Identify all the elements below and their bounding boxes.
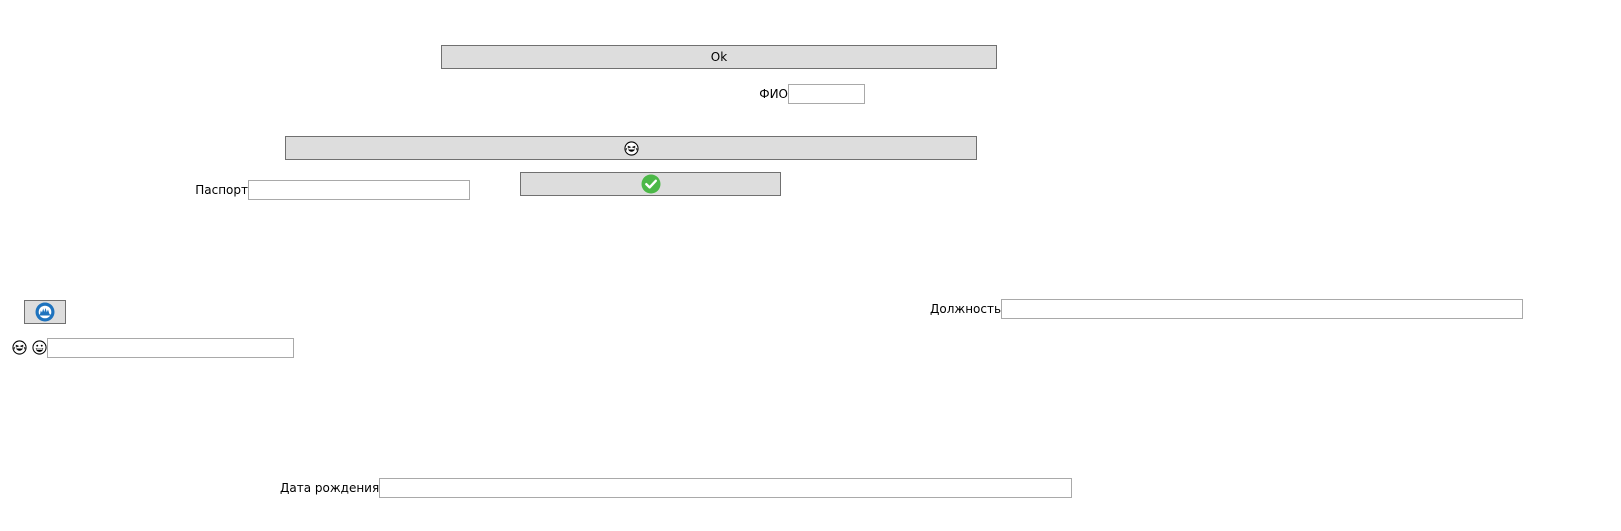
passport-input[interactable] xyxy=(248,180,470,200)
ok-button[interactable]: Ok xyxy=(441,45,997,69)
position-label: Должность xyxy=(930,302,1002,316)
green-checkmark-circle-icon xyxy=(641,174,661,194)
grinning-squinting-face-with-tears-icon xyxy=(12,340,27,355)
image-button[interactable] xyxy=(24,300,66,324)
fio-label: ФИО xyxy=(759,87,788,101)
blue-circular-image-icon xyxy=(35,302,55,322)
grinning-face-icon xyxy=(32,340,47,355)
ok-button-label: Ok xyxy=(710,50,728,64)
emoji-input[interactable] xyxy=(47,338,294,358)
fio-input[interactable] xyxy=(788,84,865,104)
birth-date-input[interactable] xyxy=(379,478,1072,498)
laugh-emoji-button[interactable] xyxy=(285,136,977,160)
passport-label: Паспорт xyxy=(195,183,248,197)
grinning-squinting-face-with-tears-icon xyxy=(623,140,639,156)
position-input[interactable] xyxy=(1001,299,1523,319)
birth-date-label: Дата рождения xyxy=(280,481,380,495)
confirm-check-button[interactable] xyxy=(520,172,781,196)
